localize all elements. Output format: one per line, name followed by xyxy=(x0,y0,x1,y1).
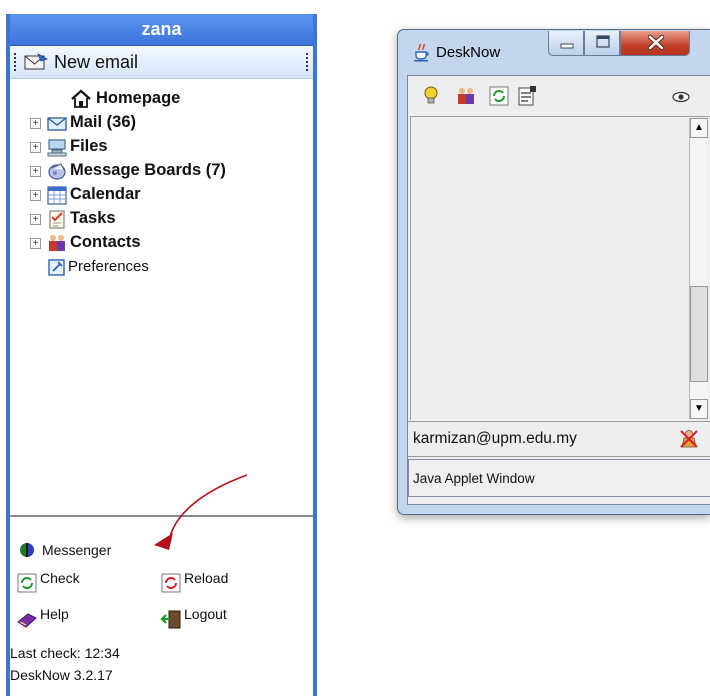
eye-icon[interactable] xyxy=(670,85,692,107)
scroll-up-button[interactable]: ▲ xyxy=(690,118,708,138)
title-bar[interactable]: DeskNow xyxy=(398,30,710,76)
properties-icon[interactable] xyxy=(516,85,538,107)
close-icon xyxy=(647,34,665,51)
java-cup-icon xyxy=(414,43,429,62)
java-applet-warning: Java Applet Window xyxy=(408,459,710,497)
refresh-icon[interactable] xyxy=(488,85,510,107)
minimize-icon xyxy=(560,43,574,49)
minimize-button[interactable] xyxy=(548,31,584,56)
window-title: DeskNow xyxy=(436,44,501,61)
maximize-button[interactable] xyxy=(584,31,620,56)
applet-client-area: ▲ ▼ karmizan@upm.edu.my Java Applet Wind… xyxy=(407,75,710,505)
lightbulb-icon[interactable] xyxy=(420,85,442,107)
vertical-scrollbar[interactable]: ▲ ▼ xyxy=(689,118,708,419)
account-row[interactable]: karmizan@upm.edu.my xyxy=(408,421,710,457)
account-email: karmizan@upm.edu.my xyxy=(413,430,577,447)
contact-list-area[interactable]: ▲ ▼ xyxy=(410,116,710,420)
desknow-applet-window: DeskNow ▲ ▼ karmizan@upm.edu.my Java App… xyxy=(397,29,710,515)
contacts-icon[interactable] xyxy=(455,85,477,107)
offline-status-icon[interactable] xyxy=(678,428,700,450)
applet-toolbar xyxy=(408,76,710,116)
close-button[interactable] xyxy=(620,31,690,56)
java-applet-warning-text: Java Applet Window xyxy=(413,471,535,486)
scroll-down-button[interactable]: ▼ xyxy=(690,399,708,419)
maximize-icon xyxy=(596,35,610,48)
scroll-thumb[interactable] xyxy=(690,286,708,382)
